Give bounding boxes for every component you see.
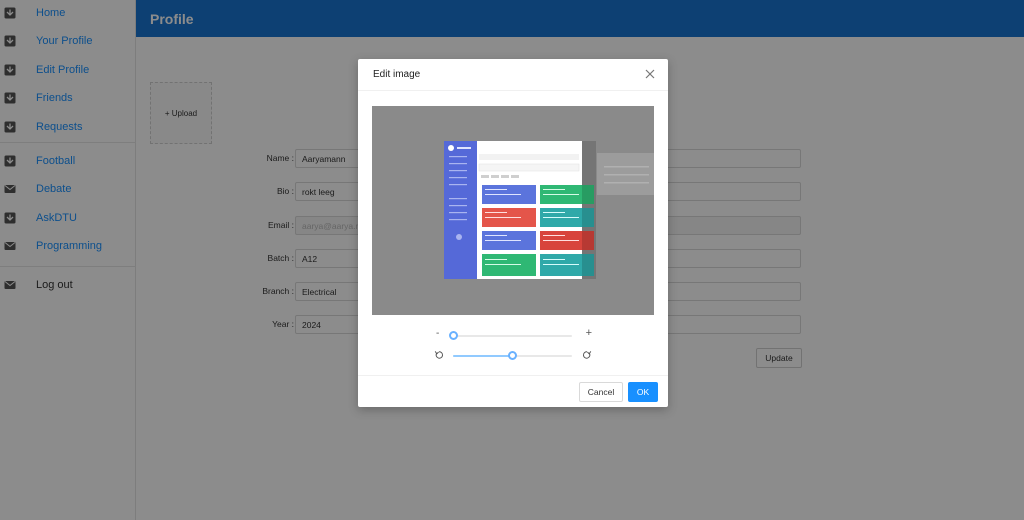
zoom-track[interactable] [453,335,572,337]
modal-title: Edit image [373,69,421,80]
zoom-out-icon[interactable]: - [436,328,439,339]
rotation-slider-handle[interactable] [508,351,517,360]
modal-footer: Cancel OK [358,375,668,407]
modal-header: Edit image [358,59,668,91]
rotate-left-icon[interactable] [434,350,444,360]
zoom-slider-handle[interactable] [448,331,458,340]
image-preview [372,106,654,315]
close-icon[interactable] [644,68,656,80]
rotate-right-icon[interactable] [582,350,592,360]
edit-image-modal: Edit image - + Cancel OK [358,59,668,407]
cancel-button[interactable]: Cancel [579,382,623,402]
rotation-slider-row [432,349,592,363]
ok-button[interactable]: OK [628,382,658,402]
crop-area[interactable] [372,106,654,315]
rotation-fill [453,355,513,357]
zoom-slider-row: - + [432,327,592,343]
zoom-in-icon[interactable]: + [586,327,592,339]
